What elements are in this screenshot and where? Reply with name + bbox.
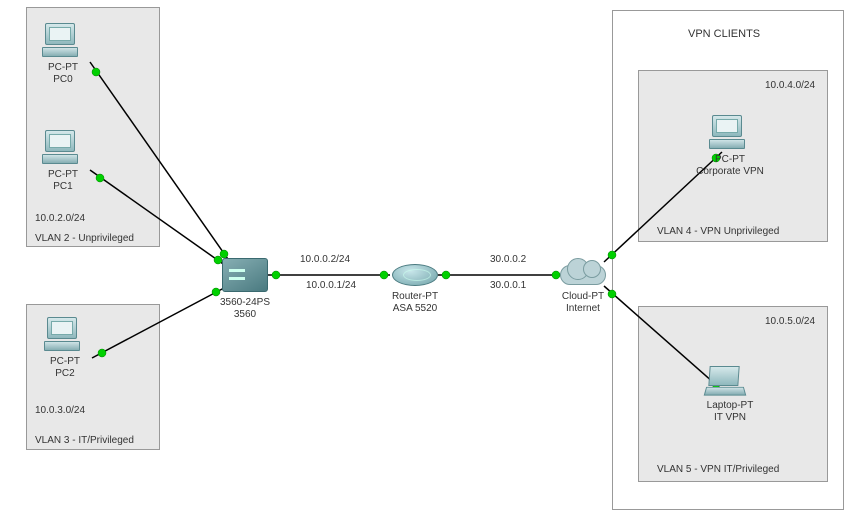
itvpn-label: Laptop-PTIT VPN	[700, 400, 760, 424]
vlan2-subnet: 10.0.2.0/24	[35, 213, 85, 224]
ip-router-outside: 30.0.0.2	[490, 254, 526, 265]
vlan2-label: VLAN 2 - Unprivileged	[35, 233, 134, 244]
vlan5-subnet: 10.0.5.0/24	[765, 316, 815, 327]
pc1-label: PC-PTPC1	[43, 169, 83, 193]
vlan5-label: VLAN 5 - VPN IT/Privileged	[657, 464, 779, 475]
pc-icon[interactable]	[712, 115, 745, 149]
pc-icon[interactable]	[45, 23, 78, 57]
laptop-icon[interactable]	[705, 366, 749, 396]
ip-cloud-side: 30.0.0.1	[490, 280, 526, 291]
cloud-label: Cloud-PTInternet	[558, 291, 608, 315]
pc0-label: PC-PTPC0	[43, 62, 83, 86]
vlan4-subnet: 10.0.4.0/24	[765, 80, 815, 91]
pc-icon[interactable]	[47, 317, 80, 351]
ip-router-inside: 10.0.0.1/24	[306, 280, 356, 291]
router-label: Router-PTASA 5520	[385, 291, 445, 315]
pc-icon[interactable]	[45, 130, 78, 164]
vlan3-subnet: 10.0.3.0/24	[35, 405, 85, 416]
vpn-clients-title: VPN CLIENTS	[688, 28, 760, 40]
vlan3-label: VLAN 3 - IT/Privileged	[35, 435, 134, 446]
corpvpn-label: PC-PTCorporate VPN	[690, 154, 770, 178]
pc2-label: PC-PTPC2	[45, 356, 85, 380]
ip-sw-side: 10.0.0.2/24	[300, 254, 350, 265]
router-icon[interactable]	[392, 264, 438, 286]
vlan4-label: VLAN 4 - VPN Unprivileged	[657, 226, 779, 237]
cloud-icon[interactable]	[560, 261, 606, 287]
switch-label: 3560-24PS3560	[205, 297, 285, 321]
switch-icon[interactable]	[222, 258, 268, 292]
